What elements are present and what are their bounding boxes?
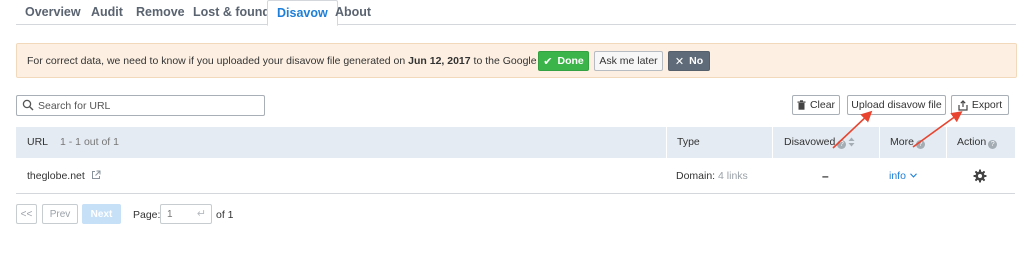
url-cell: theglobe.net [27,158,101,194]
help-icon[interactable]: ? [988,140,998,149]
done-label: Done [557,55,584,67]
x-icon: ✕ [674,55,685,68]
chevron-down-icon [909,173,917,178]
column-more: More? [879,127,946,158]
column-action: Action? [946,127,1015,158]
tab-about[interactable]: About [326,0,380,25]
column-disavowed-label: Disavowed [784,136,836,148]
column-disavowed[interactable]: Disavowed? [772,127,879,158]
table-row: theglobe.net Domain: 4 links – info [16,158,1015,194]
tab-bar: Overview Audit Remove Lost & found Disav… [16,0,1016,26]
external-link-icon[interactable] [91,170,101,180]
search-box [16,95,265,116]
column-url-label: URL [27,136,49,148]
clear-button[interactable]: Clear [792,95,840,115]
type-links: 4 links [718,170,748,182]
type-label: Domain: [676,170,716,182]
column-url: URL 1 - 1 out of 1 [27,127,119,158]
ask-me-later-button[interactable]: Ask me later [594,51,663,71]
no-label: No [689,55,704,67]
first-page-button[interactable]: << [16,204,37,224]
notice-text-before: For correct data, we need to know if you… [27,55,409,67]
more-info-link[interactable]: info [889,170,906,182]
results-count: 1 - 1 out of 1 [60,136,119,148]
upload-label: Upload disavow file [851,99,942,111]
table-header: URL 1 - 1 out of 1 Type Disavowed? More? … [16,127,1015,158]
url-text[interactable]: theglobe.net [27,170,85,182]
row-action[interactable] [973,169,987,183]
page-label: Page: [133,209,161,221]
help-icon[interactable]: ? [915,140,925,149]
page-input-box: ↵ [160,204,212,224]
check-icon: ✔ [543,55,553,68]
column-type-label: Type [677,136,700,148]
upload-disavow-file-button[interactable]: Upload disavow file [847,95,946,115]
help-icon[interactable]: ? [837,140,847,149]
column-more-label: More [890,136,914,148]
no-button[interactable]: ✕ No [668,51,710,71]
done-button[interactable]: ✔ Done [538,51,589,71]
prev-page-button[interactable]: Prev [42,204,78,224]
sort-icon[interactable] [848,137,855,147]
page-total: of 1 [216,209,234,221]
search-input[interactable] [38,98,258,113]
export-icon [958,99,968,111]
disavow-upload-notice: For correct data, we need to know if you… [16,43,1017,78]
clear-label: Clear [809,99,836,111]
export-button[interactable]: Export [951,95,1009,115]
export-label: Export [971,99,1003,111]
ask-me-later-label: Ask me later [599,55,658,67]
trash-icon [797,100,806,110]
type-cell: Domain: 4 links [676,158,748,194]
enter-icon[interactable]: ↵ [197,207,206,220]
page-input[interactable] [167,208,195,221]
notice-date: Jun 12, 2017 [408,55,471,67]
search-icon [22,99,34,111]
more-dropdown[interactable]: info [889,158,917,194]
column-action-label: Action [957,136,987,148]
tab-overview[interactable]: Overview [16,0,90,25]
tab-audit[interactable]: Audit [82,0,132,25]
next-page-button[interactable]: Next [82,204,121,224]
column-type: Type [666,127,772,158]
disavowed-cell: – [822,169,829,183]
gear-icon[interactable] [973,169,987,183]
tab-lost-found[interactable]: Lost & found [184,0,279,25]
notice-message: For correct data, we need to know if you… [27,55,585,67]
